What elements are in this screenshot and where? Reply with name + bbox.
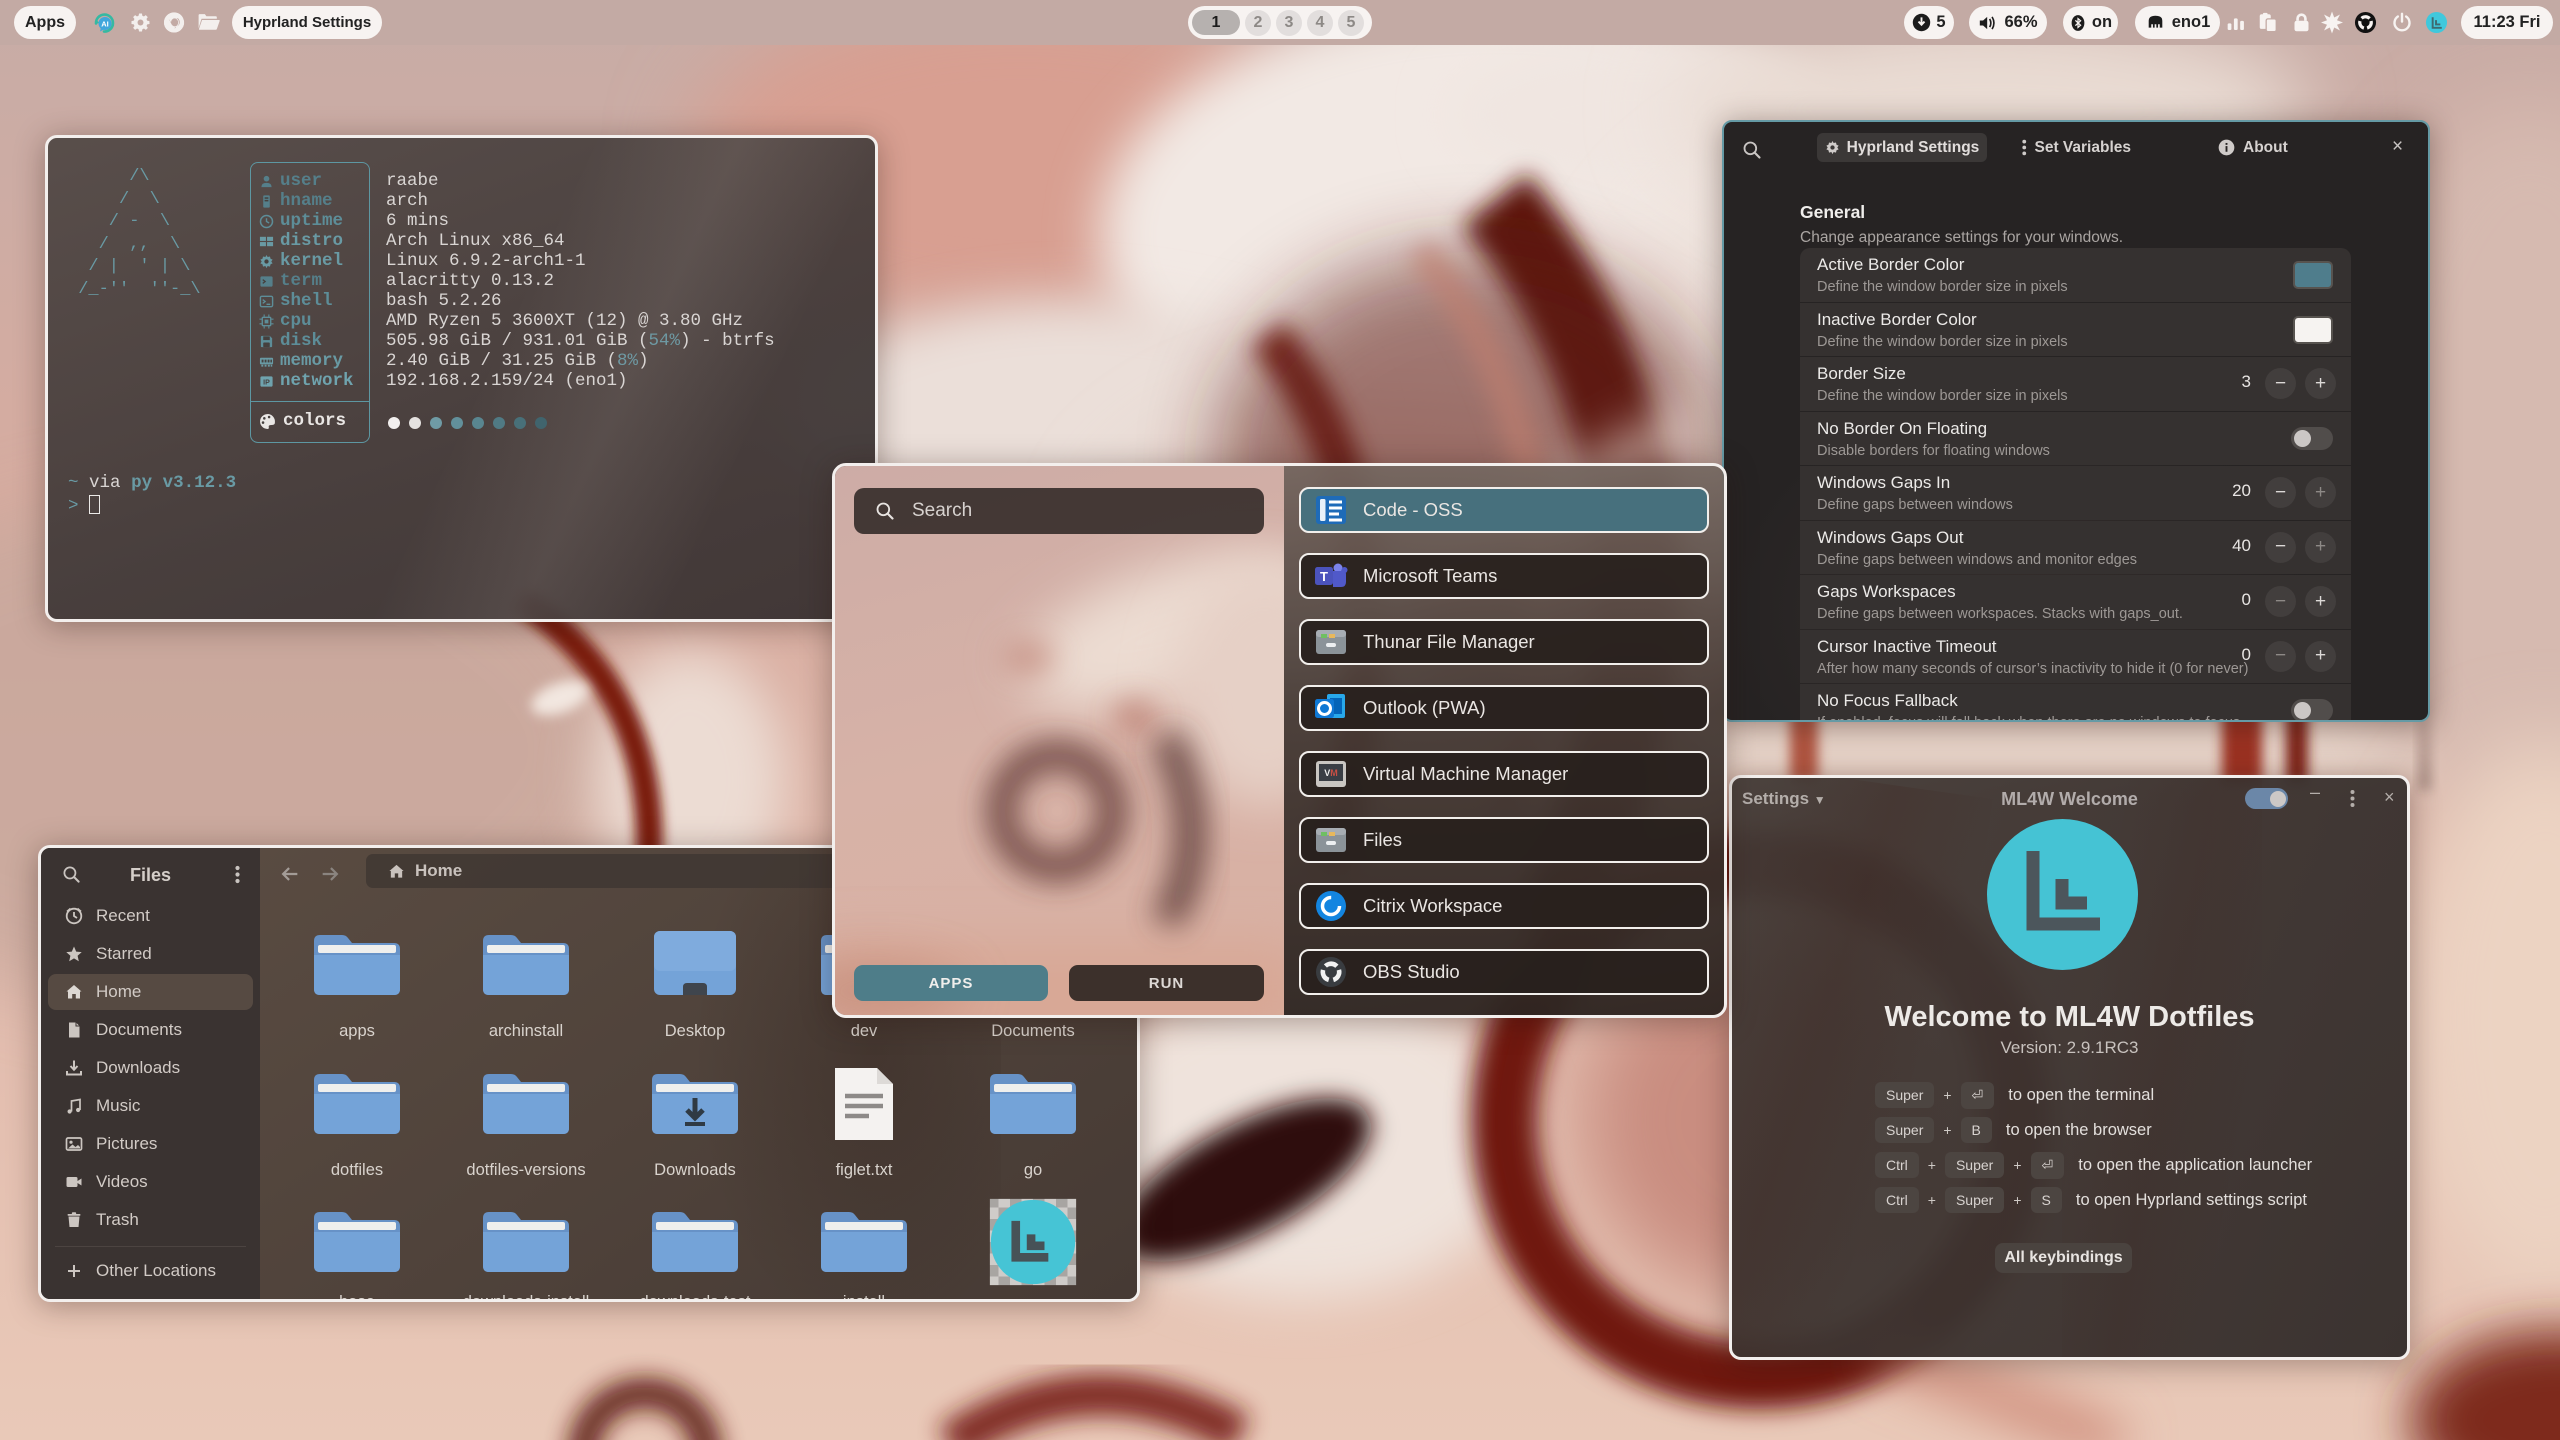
svg-text:IP: IP — [263, 379, 270, 386]
svg-text:VM: VM — [1324, 768, 1338, 778]
svg-text:AI: AI — [101, 20, 109, 29]
svg-text:T: T — [1320, 569, 1328, 584]
